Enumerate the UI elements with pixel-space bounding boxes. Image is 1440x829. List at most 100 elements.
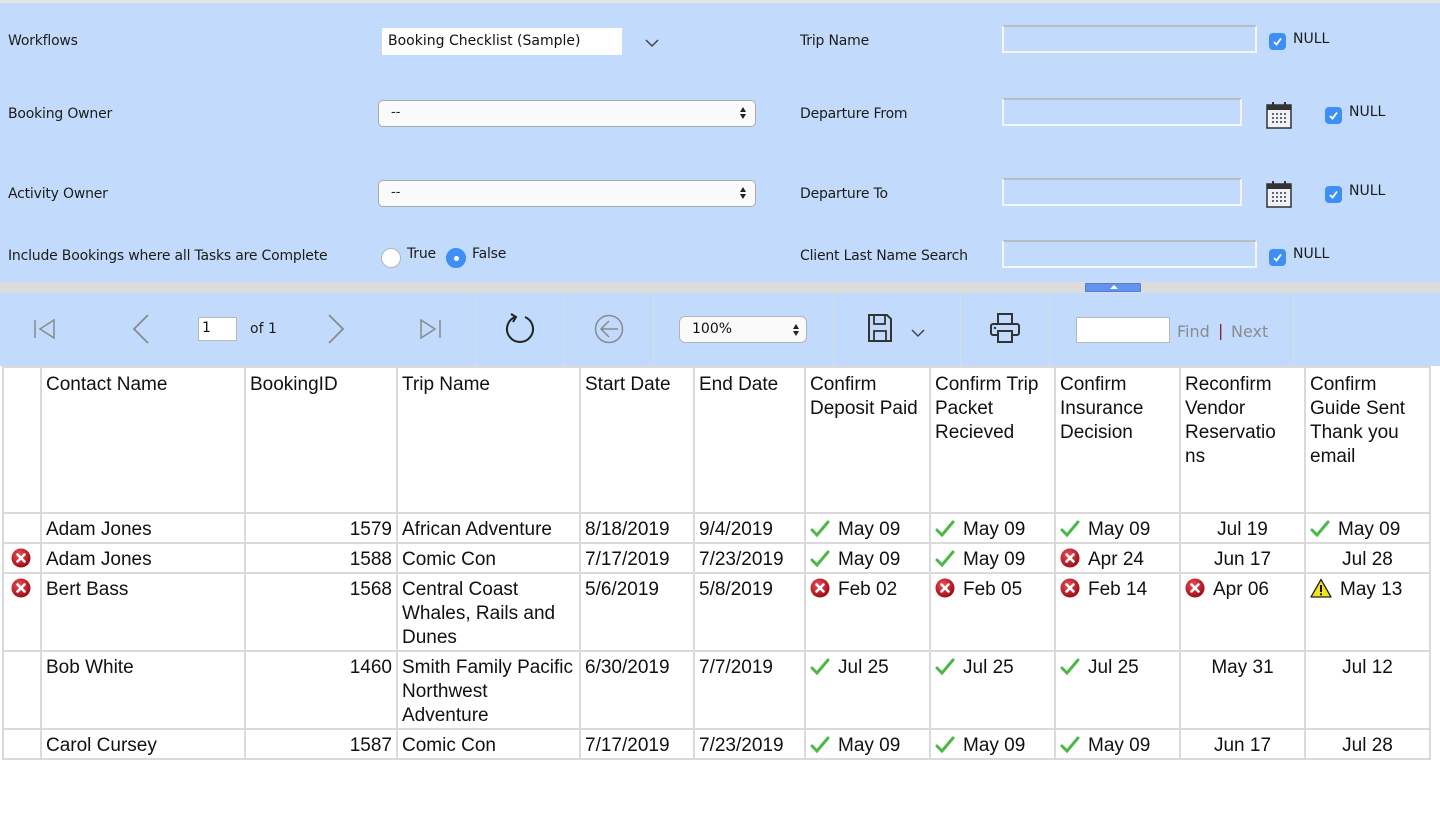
task-cell[interactable]: Feb 05: [929, 572, 1056, 652]
contact-name-cell[interactable]: Bert Bass: [40, 572, 246, 652]
task-cell[interactable]: May 09: [804, 728, 931, 760]
calendar-icon[interactable]: [1264, 180, 1294, 208]
booking-id-cell[interactable]: 1460: [244, 650, 398, 730]
table-row[interactable]: Adam Jones 1579 African Adventure 8/18/2019…: [2, 512, 1431, 544]
table-row[interactable]: Bob White 1460 Smith Family Pacific Northw…: [2, 650, 1431, 730]
client-last-name-input[interactable]: [1002, 240, 1257, 268]
radio-false[interactable]: [446, 248, 466, 268]
activity-owner-select[interactable]: --: [378, 180, 756, 207]
zoom-select[interactable]: 100%: [679, 316, 807, 343]
column-header-confirm-insurance[interactable]: Confirm Insurance Decision: [1054, 366, 1181, 514]
task-cell[interactable]: Jul 25: [804, 650, 931, 730]
task-cell[interactable]: Jul 19: [1179, 512, 1306, 544]
task-cell[interactable]: May 09: [1054, 728, 1181, 760]
previous-page-icon[interactable]: [130, 313, 152, 345]
task-cell[interactable]: May 09: [1054, 512, 1181, 544]
activity-owner-value: --: [391, 185, 401, 200]
trip-name-cell[interactable]: Comic Con: [396, 542, 581, 574]
departure-to-input[interactable]: [1002, 178, 1242, 206]
task-cell[interactable]: Feb 02: [804, 572, 931, 652]
contact-name-cell[interactable]: Carol Cursey: [40, 728, 246, 760]
next-page-icon[interactable]: [325, 313, 347, 345]
column-header-confirm-guide-thank-you[interactable]: Confirm Guide Sent Thank you email: [1304, 366, 1431, 514]
column-header-booking-id[interactable]: BookingID: [244, 366, 398, 514]
table-row[interactable]: Bert Bass 1568 Central Coast Whales, Rails…: [2, 572, 1431, 652]
task-cell[interactable]: May 09: [929, 512, 1056, 544]
radio-true[interactable]: [381, 248, 401, 268]
find-input[interactable]: [1076, 317, 1170, 343]
column-header-confirm-deposit-paid[interactable]: Confirm Deposit Paid: [804, 366, 931, 514]
booking-id-cell[interactable]: 1588: [244, 542, 398, 574]
departure-to-null-label: NULL: [1349, 183, 1386, 199]
save-icon[interactable]: [866, 313, 894, 343]
task-cell[interactable]: Jul 28: [1304, 542, 1431, 574]
contact-name-cell[interactable]: Adam Jones: [40, 512, 246, 544]
find-link[interactable]: Find: [1177, 322, 1210, 341]
panel-splitter[interactable]: [0, 282, 1440, 293]
booking-id-cell[interactable]: 1579: [244, 512, 398, 544]
departure-from-null-checkbox[interactable]: [1325, 107, 1342, 124]
departure-from-input[interactable]: [1002, 98, 1242, 126]
task-cell[interactable]: Jun 17: [1179, 728, 1306, 760]
table-row[interactable]: Adam Jones 1588 Comic Con 7/17/2019 7/23/201…: [2, 542, 1431, 574]
column-header-reconfirm-vendor[interactable]: Reconfirm Vendor Reservatio ns: [1179, 366, 1306, 514]
booking-id-cell[interactable]: 1587: [244, 728, 398, 760]
task-cell[interactable]: Jul 25: [929, 650, 1056, 730]
trip-name-cell[interactable]: Smith Family Pacific Northwest Adventure: [396, 650, 581, 730]
trip-name-cell[interactable]: African Adventure: [396, 512, 581, 544]
task-cell[interactable]: Jul 12: [1304, 650, 1431, 730]
error-icon: [810, 578, 830, 598]
task-cell[interactable]: Apr 06: [1179, 572, 1306, 652]
next-link[interactable]: Next: [1231, 322, 1268, 341]
task-cell[interactable]: May 13: [1304, 572, 1431, 652]
refresh-icon[interactable]: [502, 311, 538, 347]
start-date-cell: 7/17/2019: [579, 542, 695, 574]
trip-name-input[interactable]: [1002, 25, 1257, 53]
task-date: Apr 24: [1088, 549, 1144, 570]
task-cell[interactable]: May 31: [1179, 650, 1306, 730]
client-last-name-null-checkbox[interactable]: [1269, 249, 1286, 266]
calendar-icon[interactable]: [1264, 101, 1294, 129]
contact-name-cell[interactable]: Bob White: [40, 650, 246, 730]
column-header-contact-name[interactable]: Contact Name: [40, 366, 246, 514]
task-cell[interactable]: Jul 25: [1054, 650, 1181, 730]
print-icon[interactable]: [988, 311, 1022, 345]
first-page-icon[interactable]: [32, 317, 58, 341]
error-icon: [935, 578, 955, 598]
task-cell[interactable]: May 09: [804, 542, 931, 574]
contact-name-cell[interactable]: Adam Jones: [40, 542, 246, 574]
task-date: Feb 14: [1088, 579, 1148, 600]
table-row[interactable]: Carol Cursey 1587 Comic Con 7/17/2019 7/23/2…: [2, 728, 1431, 760]
trip-name-cell[interactable]: Comic Con: [396, 728, 581, 760]
trip-name-null-label: NULL: [1293, 31, 1330, 47]
end-date-cell: 5/8/2019: [693, 572, 806, 652]
chevron-down-icon[interactable]: [642, 33, 662, 53]
booking-id-cell[interactable]: 1568: [244, 572, 398, 652]
page-number-input[interactable]: 1: [198, 317, 237, 341]
back-icon[interactable]: [593, 313, 625, 345]
find-separator: |: [1218, 321, 1224, 340]
last-page-icon[interactable]: [417, 317, 443, 341]
column-header-confirm-trip-packet[interactable]: Confirm Trip Packet Recieved: [929, 366, 1056, 514]
column-header-end-date[interactable]: End Date: [693, 366, 806, 514]
booking-owner-select[interactable]: --: [378, 100, 756, 127]
task-cell[interactable]: May 09: [1304, 512, 1431, 544]
task-cell[interactable]: Feb 14: [1054, 572, 1181, 652]
workflows-select[interactable]: Booking Checklist (Sample): [382, 28, 622, 55]
task-cell[interactable]: May 09: [804, 512, 931, 544]
column-header-trip-name[interactable]: Trip Name: [396, 366, 581, 514]
task-cell[interactable]: Jul 28: [1304, 728, 1431, 760]
check-icon: [935, 658, 955, 676]
task-cell[interactable]: May 09: [929, 542, 1056, 574]
trip-name-cell[interactable]: Central Coast Whales, Rails and Dunes: [396, 572, 581, 652]
task-cell[interactable]: Jun 17: [1179, 542, 1306, 574]
task-cell[interactable]: Apr 24: [1054, 542, 1181, 574]
parameter-panel: Workflows Booking Checklist (Sample) Boo…: [0, 0, 1440, 282]
trip-name-null-checkbox[interactable]: [1269, 33, 1286, 50]
column-header-start-date[interactable]: Start Date: [579, 366, 695, 514]
collapse-panel-handle[interactable]: [1085, 283, 1141, 292]
export-dropdown-chevron-icon[interactable]: [908, 326, 928, 340]
start-date-cell: 7/17/2019: [579, 728, 695, 760]
task-cell[interactable]: May 09: [929, 728, 1056, 760]
departure-to-null-checkbox[interactable]: [1325, 186, 1342, 203]
